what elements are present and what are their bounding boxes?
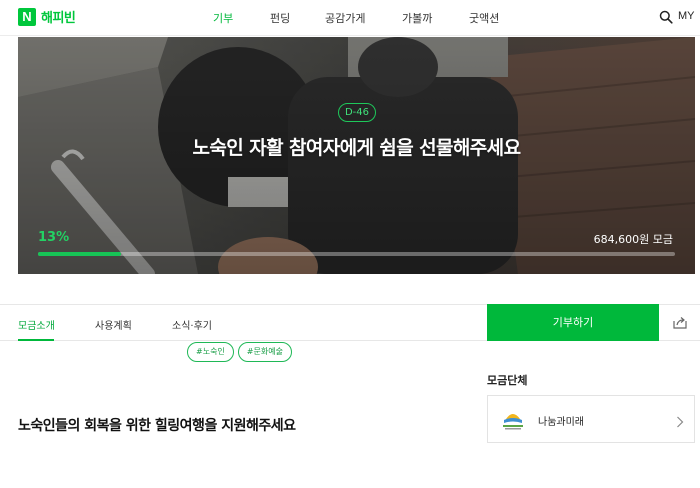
- donate-button[interactable]: 기부하기: [487, 304, 659, 341]
- nav-item-visit[interactable]: 가볼까: [402, 10, 432, 26]
- nav-item-donate[interactable]: 기부: [213, 10, 233, 26]
- content-title: 노숙인들의 회복을 위한 힐링여행을 지원해주세요: [18, 418, 296, 434]
- organization-card[interactable]: 나눔과미래: [487, 395, 695, 443]
- organization-name: 나눔과미래: [538, 417, 584, 428]
- nav-item-good-action[interactable]: 굿액션: [469, 10, 499, 26]
- tab-news-reviews[interactable]: 소식·후기: [172, 317, 212, 332]
- happybean-logo[interactable]: N 해피빈: [18, 7, 76, 26]
- campaign-hero: D-46 노숙인 자활 참여자에게 쉼을 선물해주세요 13% 684,600원…: [18, 37, 695, 274]
- nav-item-funding[interactable]: 펀딩: [270, 10, 290, 26]
- progress-track: [38, 252, 675, 256]
- naver-logo-mark: N: [18, 7, 36, 26]
- nav-item-store[interactable]: 공감가게: [325, 10, 365, 26]
- raised-amount: 684,600원 모금: [593, 233, 673, 246]
- global-header: N 해피빈 기부 펀딩 공감가게 가볼까 굿액션 MY: [0, 0, 700, 36]
- organization-logo: [498, 405, 528, 435]
- logo-text: 해피빈: [41, 11, 76, 26]
- dday-badge: D-46: [338, 103, 376, 122]
- active-tab-indicator: [18, 339, 54, 341]
- tag-culture-arts[interactable]: #문화예술: [237, 342, 292, 362]
- tag-homeless[interactable]: #노숙인: [187, 342, 234, 362]
- chevron-right-icon: [676, 413, 684, 428]
- tab-usage-plan[interactable]: 사용계획: [95, 317, 132, 332]
- campaign-title: 노숙인 자활 참여자에게 쉼을 선물해주세요: [192, 137, 522, 159]
- search-icon[interactable]: [659, 9, 673, 24]
- my-page-link[interactable]: MY: [678, 10, 695, 22]
- tag-list: #노숙인 #문화예술: [187, 342, 296, 362]
- progress-fill: [38, 252, 121, 256]
- organization-heading: 모금단체: [487, 374, 528, 387]
- share-icon[interactable]: [659, 304, 700, 341]
- tab-introduction[interactable]: 모금소개: [18, 317, 55, 332]
- progress-percent: 13%: [38, 230, 70, 245]
